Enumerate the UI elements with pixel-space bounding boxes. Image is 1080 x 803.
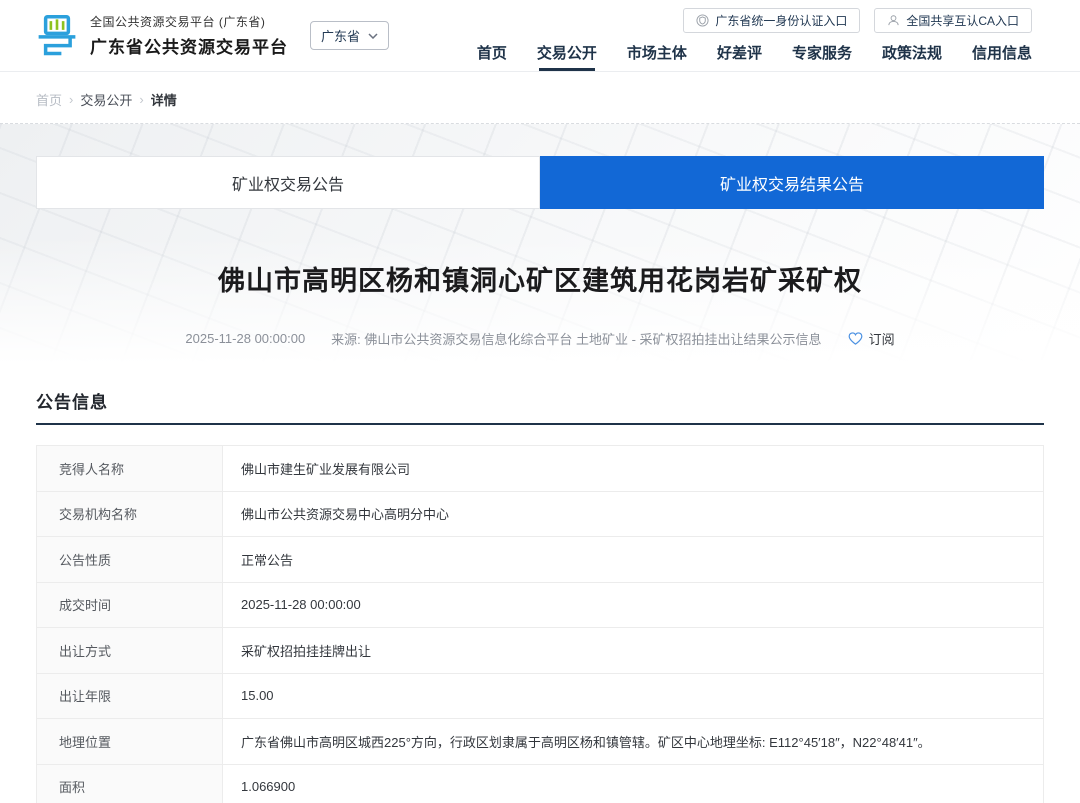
publish-datetime: 2025-11-28 00:00:00 (185, 331, 305, 346)
breadcrumb-item-2: 详情 (151, 90, 177, 109)
article-meta: 2025-11-28 00:00:00 来源: 佛山市公共资源交易信息化综合平台… (36, 329, 1044, 348)
table-row: 公告性质正常公告 (37, 537, 1044, 583)
platform-title-provincial: 广东省公共资源交易平台 (90, 33, 288, 58)
page-title: 佛山市高明区杨和镇洞心矿区建筑用花岗岩矿采矿权 (36, 261, 1044, 301)
announcement-info-table: 竞得人名称佛山市建生矿业发展有限公司交易机构名称佛山市公共资源交易中心高明分中心… (36, 445, 1044, 803)
subscribe-button[interactable]: 订阅 (848, 329, 895, 348)
table-row: 成交时间2025-11-28 00:00:00 (37, 582, 1044, 628)
region-selector-value: 广东省 (321, 26, 360, 45)
breadcrumb-item-1[interactable]: 交易公开 (80, 90, 132, 109)
ca-entry-label: 全国共享互认CA入口 (906, 12, 1019, 29)
announcement-tabs: 矿业权交易公告 矿业权交易结果公告 (36, 156, 1044, 209)
table-row: 交易机构名称佛山市公共资源交易中心高明分中心 (37, 491, 1044, 537)
row-value: 佛山市公共资源交易中心高明分中心 (223, 491, 1044, 537)
row-value: 采矿权招拍挂挂牌出让 (223, 628, 1044, 674)
row-value: 广东省佛山市高明区城西225°方向，行政区划隶属于高明区杨和镇管辖。矿区中心地理… (223, 719, 1044, 765)
row-label: 出让方式 (37, 628, 223, 674)
main-nav: 首页 交易公开 市场主体 好差评 专家服务 政策法规 信用信息 (477, 42, 1032, 71)
breadcrumb-separator: › (69, 92, 73, 107)
section-header: 公告信息 (36, 388, 1044, 425)
section-title: 公告信息 (36, 393, 108, 412)
nav-item-0[interactable]: 首页 (477, 42, 507, 71)
platform-title-national: 全国公共资源交易平台 (广东省) (90, 13, 288, 30)
nav-item-2[interactable]: 市场主体 (627, 42, 687, 71)
table-row: 面积1.066900 (37, 764, 1044, 803)
nav-item-1[interactable]: 交易公开 (537, 42, 597, 71)
table-row: 出让方式采矿权招拍挂挂牌出让 (37, 628, 1044, 674)
breadcrumb: 首页 › 交易公开 › 详情 (0, 72, 1080, 124)
article-source: 来源: 佛山市公共资源交易信息化综合平台 土地矿业 - 采矿权招拍挂出让结果公示… (331, 329, 821, 348)
identity-auth-entry-label: 广东省统一身份认证入口 (715, 12, 847, 29)
row-label: 竞得人名称 (37, 446, 223, 492)
row-label: 地理位置 (37, 719, 223, 765)
row-label: 公告性质 (37, 537, 223, 583)
row-label: 交易机构名称 (37, 491, 223, 537)
tab-mining-rights-announcement[interactable]: 矿业权交易公告 (36, 156, 540, 209)
identity-auth-entry-button[interactable]: 广东省统一身份认证入口 (683, 8, 860, 33)
nav-item-4[interactable]: 专家服务 (792, 42, 852, 71)
table-row: 竞得人名称佛山市建生矿业发展有限公司 (37, 446, 1044, 492)
row-value: 1.066900 (223, 764, 1044, 803)
row-value: 佛山市建生矿业发展有限公司 (223, 446, 1044, 492)
row-value: 15.00 (223, 673, 1044, 719)
user-icon (887, 14, 900, 27)
tab-label: 矿业权交易结果公告 (720, 171, 864, 195)
table-row: 出让年限15.00 (37, 673, 1044, 719)
platform-logo-icon (36, 13, 78, 59)
nav-item-3[interactable]: 好差评 (717, 42, 762, 71)
nav-item-6[interactable]: 信用信息 (972, 42, 1032, 71)
main-content: 公告信息 竞得人名称佛山市建生矿业发展有限公司交易机构名称佛山市公共资源交易中心… (0, 388, 1080, 803)
breadcrumb-separator: › (139, 92, 143, 107)
row-label: 成交时间 (37, 582, 223, 628)
row-value: 正常公告 (223, 537, 1044, 583)
chevron-down-icon (368, 33, 378, 39)
site-header: 全国公共资源交易平台 (广东省) 广东省公共资源交易平台 广东省 广东省统一身份… (0, 0, 1080, 72)
heart-icon (848, 332, 863, 345)
subscribe-label: 订阅 (869, 329, 895, 348)
breadcrumb-item-0[interactable]: 首页 (36, 90, 62, 109)
row-label: 面积 (37, 764, 223, 803)
row-label: 出让年限 (37, 673, 223, 719)
ca-entry-button[interactable]: 全国共享互认CA入口 (874, 8, 1032, 33)
nav-item-5[interactable]: 政策法规 (882, 42, 942, 71)
region-selector[interactable]: 广东省 (310, 21, 389, 50)
tab-label: 矿业权交易公告 (232, 171, 344, 195)
tab-mining-rights-result-announcement[interactable]: 矿业权交易结果公告 (540, 156, 1044, 209)
row-value: 2025-11-28 00:00:00 (223, 582, 1044, 628)
table-row: 地理位置广东省佛山市高明区城西225°方向，行政区划隶属于高明区杨和镇管辖。矿区… (37, 719, 1044, 765)
auth-links: 广东省统一身份认证入口 全国共享互认CA入口 (683, 8, 1032, 33)
hero-section: 矿业权交易公告 矿业权交易结果公告 佛山市高明区杨和镇洞心矿区建筑用花岗岩矿采矿… (0, 124, 1080, 374)
shield-icon (696, 14, 709, 27)
